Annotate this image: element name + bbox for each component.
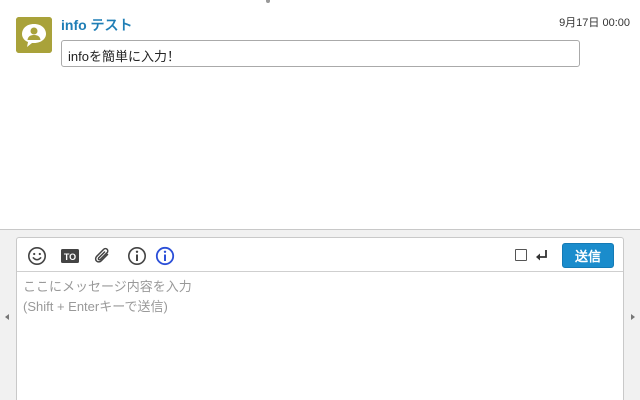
timeline: info テスト 9月17日 00:00 infoを簡単に入力！ [0, 0, 640, 229]
composer-toolbar: TO 送信 [17, 238, 623, 272]
paperclip-icon [94, 247, 109, 263]
emoji-icon [28, 247, 46, 265]
message-timestamp[interactable]: 9月17日 00:00 [559, 14, 630, 30]
chat-send-area: TO 送信 ここにメッセージ内容を入力 (Shift + Enterキーで送信) [0, 230, 640, 400]
info-tag-button[interactable] [154, 245, 176, 267]
message-item: info テスト 9月17日 00:00 infoを簡単に入力！ [16, 14, 630, 74]
attach-file-button[interactable] [92, 245, 114, 267]
sender-name[interactable]: info テスト [61, 15, 133, 35]
info-icon [128, 247, 146, 265]
enter-to-send-checkbox[interactable] [515, 249, 527, 261]
emoji-button[interactable] [26, 245, 48, 267]
arrow-left-icon[interactable] [5, 314, 9, 320]
arrow-right-icon[interactable] [631, 314, 635, 320]
message-composer: TO 送信 ここにメッセージ内容を入力 (Shift + Enterキーで送信) [16, 237, 624, 400]
message-input[interactable] [17, 273, 623, 400]
to-icon: TO [61, 249, 79, 263]
to-button[interactable]: TO [59, 245, 81, 267]
message-body: infoを簡単に入力！ [61, 40, 580, 67]
chat-bubble-person-icon [16, 17, 52, 53]
svg-text:TO: TO [64, 252, 76, 262]
avatar[interactable] [16, 17, 52, 53]
send-button[interactable]: 送信 [562, 243, 614, 268]
info-blue-icon [155, 246, 175, 266]
enter-return-icon [534, 246, 550, 264]
scroll-indicator [266, 0, 270, 3]
info-button[interactable] [126, 245, 148, 267]
